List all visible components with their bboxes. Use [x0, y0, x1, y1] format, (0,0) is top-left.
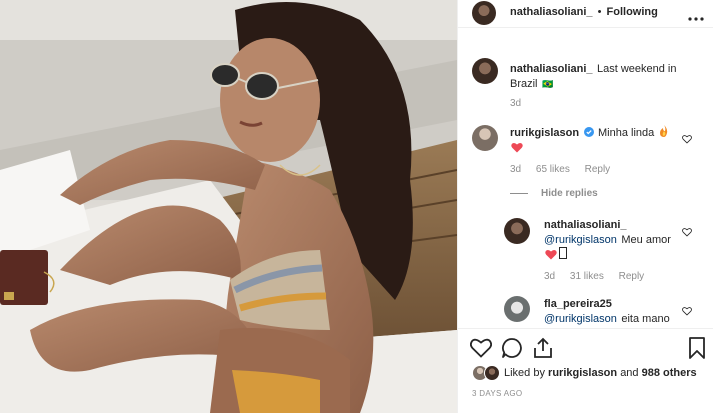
- save-bookmark-icon[interactable]: [689, 337, 705, 364]
- more-horizontal-icon[interactable]: [688, 9, 704, 21]
- reply-mention-fla[interactable]: @rurikgislason: [544, 313, 617, 325]
- like-comment-heart-icon[interactable]: [682, 131, 692, 144]
- post-actions-footer: Liked by rurikgislason and 988 others 3 …: [458, 328, 713, 413]
- red-heart-emoji-icon: [511, 140, 523, 153]
- liked-by-user[interactable]: rurikgislason: [548, 367, 617, 379]
- comment-avatar-rurik[interactable]: [472, 125, 498, 151]
- post-sidebar: nathaliasoliani_ • Following nathaliasol…: [457, 0, 713, 413]
- post-photo[interactable]: [0, 0, 457, 413]
- reply-fla: fla_pereira25 @rurikgislason eita mano: [544, 297, 680, 326]
- comment-age[interactable]: 3d: [510, 164, 521, 175]
- reply-mention[interactable]: @rurikgislason: [544, 234, 617, 246]
- author-avatar[interactable]: [472, 1, 496, 25]
- reply-username-fla[interactable]: fla_pereira25: [544, 297, 680, 311]
- reply-reply-button[interactable]: Reply: [619, 271, 645, 282]
- reply-age[interactable]: 3d: [544, 271, 555, 282]
- liked-by-prefix: Liked by: [504, 367, 545, 379]
- share-upload-icon[interactable]: [533, 337, 553, 364]
- hide-replies-button[interactable]: Hide replies: [541, 188, 598, 199]
- comment-username[interactable]: rurikgislason: [510, 127, 579, 139]
- comment-bubble-icon[interactable]: [501, 337, 523, 364]
- liked-by-count[interactable]: 988 others: [642, 367, 697, 379]
- caption-avatar[interactable]: [472, 58, 498, 84]
- reply-username[interactable]: nathaliasoliani_: [544, 218, 680, 232]
- hide-replies-line: [510, 193, 528, 194]
- like-heart-icon[interactable]: [469, 338, 493, 363]
- following-button[interactable]: Following: [607, 6, 658, 18]
- verified-badge-icon: [583, 126, 594, 140]
- post-timestamp[interactable]: 3 DAYS AGO: [472, 389, 522, 398]
- reply-avatar-fla[interactable]: [504, 296, 530, 322]
- reply-likes[interactable]: 31 likes: [570, 271, 604, 282]
- liker-avatar-2: [484, 365, 500, 381]
- fire-icon: [659, 125, 669, 140]
- caption-meta: 3d: [510, 98, 533, 109]
- caption-age[interactable]: 3d: [510, 98, 521, 109]
- comment-likes[interactable]: 65 likes: [536, 164, 570, 175]
- comment-meta-rurik: 3d 65 likes Reply: [510, 164, 622, 175]
- header-text: nathaliasoliani_ • Following: [510, 6, 658, 18]
- post-photo-illustration: [0, 0, 457, 413]
- reply-nathalia: nathaliasoliani_ @rurikgislason Meu amor: [544, 218, 680, 247]
- comment-text: Minha linda: [597, 127, 655, 139]
- reply-text: Meu amor: [621, 234, 671, 246]
- reply-meta-nathalia: 3d 31 likes Reply: [544, 271, 656, 282]
- reply-avatar-nathalia[interactable]: [504, 218, 530, 244]
- like-reply-heart-icon[interactable]: [682, 224, 692, 237]
- reply-missing-glyph-icon: [559, 247, 567, 259]
- comment-rurik: rurikgislason Minha linda: [510, 125, 680, 140]
- caption: nathaliasoliani_ Last weekend in Brazil …: [510, 61, 706, 91]
- header-separator: •: [597, 6, 602, 18]
- liked-by-and: and: [620, 367, 639, 379]
- like-reply-fla-heart-icon[interactable]: [682, 303, 692, 316]
- post-header: nathaliasoliani_ • Following: [458, 0, 713, 28]
- reply-button[interactable]: Reply: [585, 164, 611, 175]
- liked-by-line: Liked by rurikgislason and 988 others: [504, 367, 697, 379]
- caption-flag: 🇧🇷: [541, 79, 554, 89]
- caption-username[interactable]: nathaliasoliani_: [510, 63, 593, 75]
- reply-red-heart-emoji-icon: [545, 247, 557, 260]
- reply-text-fla: eita mano: [621, 313, 670, 325]
- author-username[interactable]: nathaliasoliani_: [510, 6, 593, 18]
